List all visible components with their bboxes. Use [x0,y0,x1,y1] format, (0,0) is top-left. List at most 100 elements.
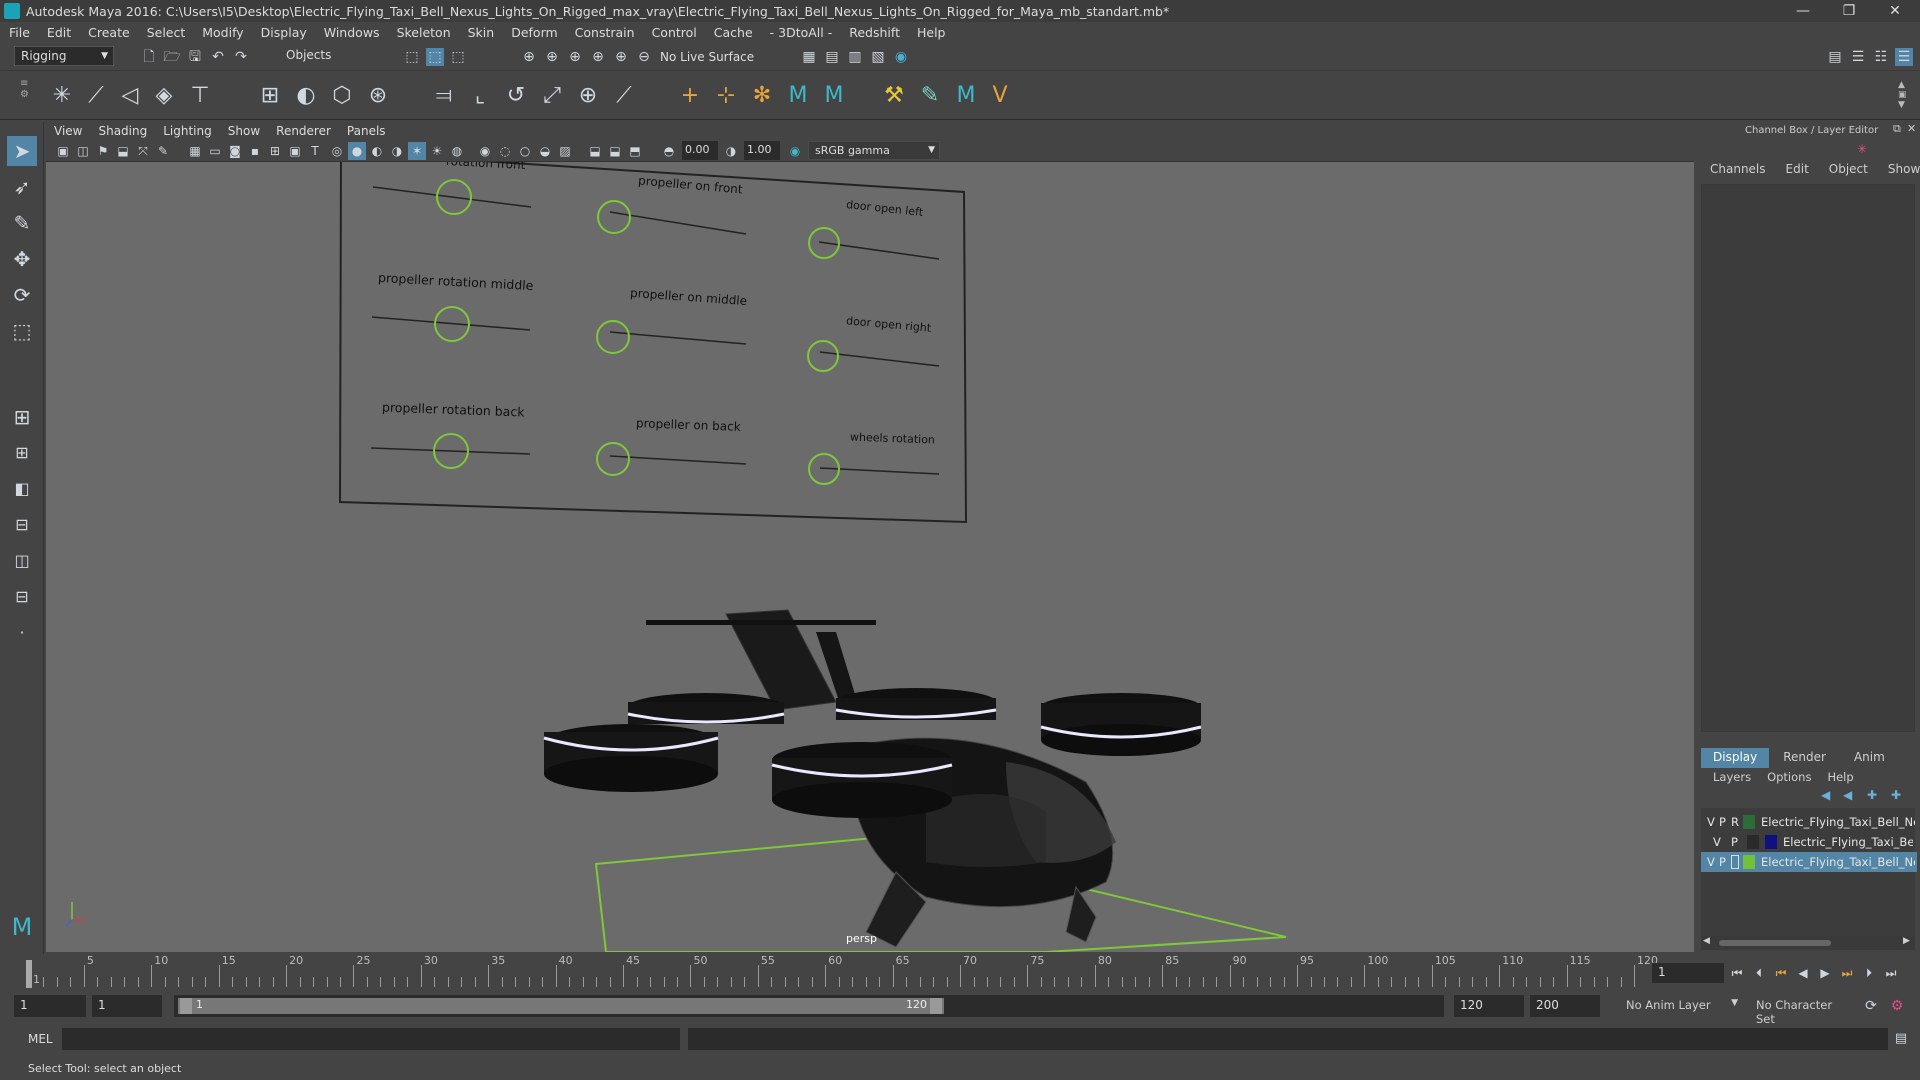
film-gate-icon[interactable]: ▭ [206,142,224,160]
new-scene-icon[interactable]: 🗋 [140,48,158,66]
channel-menu-channels[interactable]: Channels [1697,162,1776,182]
grease-pencil-icon[interactable]: ✎ [154,142,172,160]
current-time-marker[interactable] [26,960,32,988]
locator-icon[interactable]: + [676,82,704,110]
menu-display[interactable]: Display [252,25,315,40]
scroll-right-icon[interactable]: ▶ [1903,936,1910,946]
smooth-shade-icon[interactable]: ● [348,142,366,160]
playback-end-field[interactable]: 120 [1454,995,1524,1017]
attribute-editor-icon[interactable]: ☰ [1849,48,1867,66]
colorspace-dropdown[interactable]: sRGB gamma ▼ [808,141,940,160]
slider-control-circle[interactable] [596,320,630,354]
antialiasing-icon[interactable]: ○ [516,142,534,160]
ik-handle-icon[interactable]: ⊤ [186,82,214,110]
close-button[interactable]: ✕ [1872,0,1918,22]
gamma-icon[interactable]: ◑ [722,142,740,160]
hik-icon[interactable]: ✻ [748,82,776,110]
animation-end-field[interactable]: 200 [1530,995,1600,1017]
channel-menu-show[interactable]: Show [1878,162,1920,182]
modeling-toolkit-icon[interactable]: ▤ [1826,48,1844,66]
step-back-key-icon[interactable]: ⏮ [1772,964,1790,982]
hik-character-icon[interactable]: M [784,82,812,110]
redo-icon[interactable]: ↷ [232,48,250,66]
pole-vector-icon[interactable]: ⟋ [610,82,638,110]
channel-menu-object[interactable]: Object [1819,162,1878,182]
menu-file[interactable]: File [0,25,38,40]
menu-redshift[interactable]: Redshift [840,25,908,40]
layer-color-swatch[interactable] [1743,855,1755,869]
lattice-icon[interactable]: ⬡ [328,82,356,110]
new-layer-selected-icon[interactable]: ✚ [1891,788,1901,802]
panel-menu-renderer[interactable]: Renderer [268,124,339,138]
step-back-icon[interactable]: ⏴ [1750,964,1768,982]
camera-attributes-icon[interactable]: ◫ [74,142,92,160]
minimize-button[interactable]: — [1780,0,1826,22]
cluster-icon[interactable]: ⊛ [364,82,392,110]
layer-name[interactable]: Electric_Flying_Taxi_Bell_Nexu [1761,855,1915,869]
layer-visibility-toggle[interactable]: V [1707,855,1715,869]
hypershade-layout-icon[interactable]: ◫ [7,546,37,576]
character-set-dropdown[interactable]: No Character Set [1750,995,1860,1026]
flying-taxi-model[interactable] [543,609,1202,948]
menu-create[interactable]: Create [79,25,138,40]
select-tool-icon[interactable]: ➤ [7,136,37,166]
rotate-tool-icon[interactable]: ⟳ [7,280,37,310]
parent-constraint-icon[interactable]: ⫤ [430,82,458,110]
snap-live-icon[interactable]: ⊕ [612,48,630,66]
channel-box-display-icon[interactable]: ✳ [1857,142,1867,156]
maya-home-icon[interactable]: M [7,912,37,942]
mirror-joint-icon[interactable]: ◁ [116,82,144,110]
shelf-menu-icon[interactable]: ≡ ⚙ [20,78,29,100]
select-by-hierarchy-icon[interactable]: ⬚ [403,48,421,66]
wireframe-icon[interactable]: ◎ [328,142,346,160]
menu-control[interactable]: Control [643,25,705,40]
script-editor-icon[interactable]: ▤ [1892,1030,1910,1048]
lasso-tool-icon[interactable]: ➶ [7,172,37,202]
xray-joints-icon[interactable]: ⬓ [586,142,604,160]
scroll-thumb[interactable] [1719,940,1831,946]
channel-box-toggle-icon[interactable]: ☰ [1895,48,1913,66]
layer-scrollbar[interactable]: ◀ ▶ [1701,936,1915,950]
menu-edit[interactable]: Edit [38,25,79,40]
menu-deform[interactable]: Deform [502,25,565,40]
layer-menu-options[interactable]: Options [1759,770,1819,784]
layer-color-swatch[interactable] [1765,835,1777,849]
grid-toggle-icon[interactable]: ▦ [186,142,204,160]
rig-control-board[interactable] [338,162,968,524]
joint-locator-icon[interactable]: ⊹ [712,82,740,110]
image-plane-icon[interactable]: ⬓ [114,142,132,160]
range-slider-track[interactable]: 1 120 [174,995,1444,1017]
step-forward-key-icon[interactable]: ⏭ [1838,964,1856,982]
layer-row[interactable]: V P Electric_Flying_Taxi_Be [1701,832,1917,852]
range-end-grip[interactable] [930,998,942,1014]
hik-controls-icon[interactable]: M [820,82,848,110]
hypershade-icon[interactable]: ◉ [892,48,910,66]
field-chart-icon[interactable]: ⊞ [266,142,284,160]
paint-weights-icon[interactable]: ◐ [292,82,320,110]
open-scene-icon[interactable]: 🗁 [163,48,181,66]
go-to-start-icon[interactable]: ⏮ [1728,964,1746,982]
snap-grid-icon[interactable]: ⊕ [520,48,538,66]
play-forwards-icon[interactable]: ▶ [1816,964,1834,982]
gate-mask-icon[interactable]: ▪ [246,142,264,160]
menu-set-dropdown[interactable]: Rigging ▼ [14,46,114,66]
shadows-icon[interactable]: ☀ [428,142,446,160]
panel-menu-show[interactable]: Show [220,124,268,138]
backface-culling-icon[interactable]: ⬒ [626,142,644,160]
new-layer-icon[interactable]: ✚ [1867,788,1877,802]
snap-point-icon[interactable]: ⊕ [566,48,584,66]
menu-cache[interactable]: Cache [705,25,761,40]
orient-constraint-icon[interactable]: ↺ [502,82,530,110]
snap-magnet-icon[interactable]: ⊖ [635,48,653,66]
layer-playback-toggle[interactable]: P [1731,835,1738,849]
selection-mode-dropdown[interactable]: Objects [280,46,380,66]
auto-key-icon[interactable]: ⟳ [1862,997,1880,1015]
float-panel-icon[interactable]: ⧉ [1893,122,1901,136]
time-ruler[interactable]: 1 5 10 15 20 25 30 35 40 45 50 55 60 65 70 75 80 85 90 95 10… [30,954,1658,990]
scroll-left-icon[interactable]: ◀ [1703,936,1710,946]
animation-preferences-icon[interactable]: ⚙ [1888,997,1906,1015]
animation-start-field[interactable]: 1 [14,995,86,1017]
render-settings-icon[interactable]: ▧ [869,48,887,66]
blendshape-icon[interactable]: V [986,82,1014,110]
skin-tool-icon[interactable]: ✎ [916,82,944,110]
